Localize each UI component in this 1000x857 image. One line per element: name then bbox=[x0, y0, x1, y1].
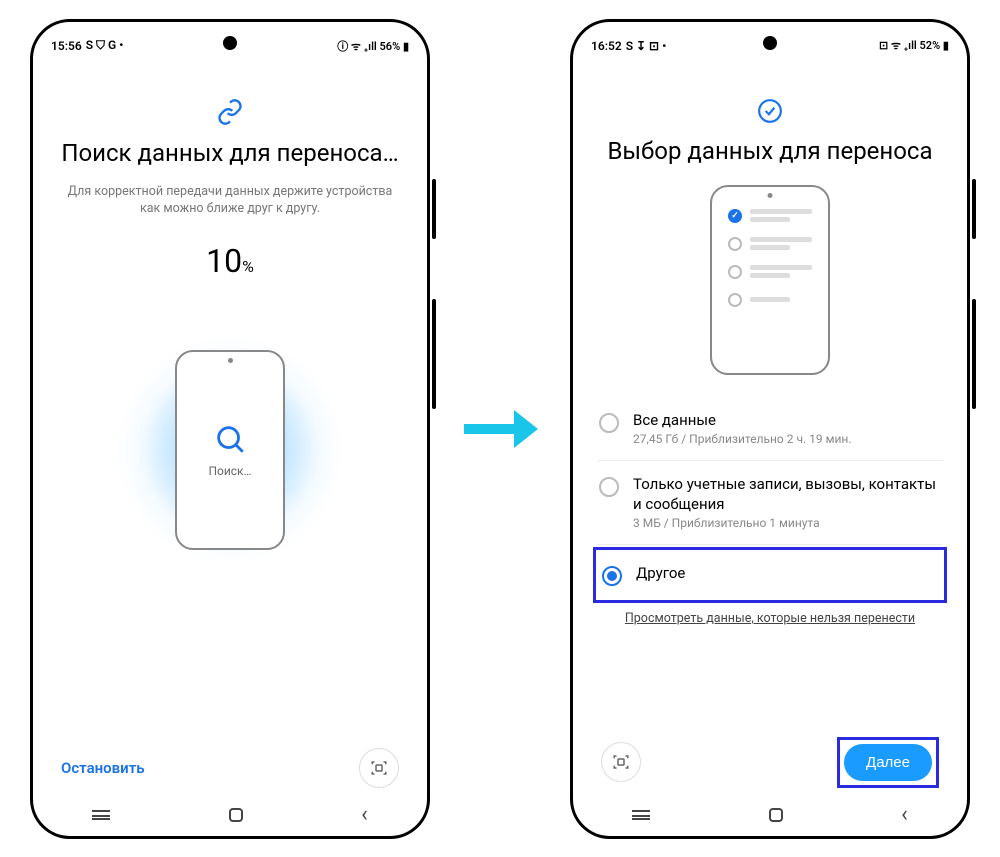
option-meta: 3 МБ / Приблизительно 1 минута bbox=[633, 516, 941, 530]
status-time: 15:56 bbox=[51, 39, 82, 53]
option-accounts-only[interactable]: Только учетные записи, вызовы, контакты … bbox=[597, 461, 943, 545]
stop-button[interactable]: Остановить bbox=[61, 759, 145, 777]
progress-percent-sign: % bbox=[242, 257, 254, 276]
option-meta: 27,45 Гб / Приблизительно 2 ч. 19 мин. bbox=[633, 432, 852, 446]
phone-right: 16:52 S ↧ ⊡ • ⊡ ᯤ ₊ıll 52% ▮ Выбор данны… bbox=[570, 19, 970, 839]
check-circle-icon bbox=[597, 98, 943, 128]
searching-label: Поиск… bbox=[208, 464, 251, 478]
android-navbar: ‹ bbox=[573, 794, 967, 836]
nav-back-button[interactable]: ‹ bbox=[361, 802, 368, 827]
next-button[interactable]: Далее bbox=[844, 744, 932, 781]
highlight-other: Другое bbox=[593, 547, 947, 603]
highlight-next: Далее bbox=[837, 737, 939, 788]
nav-home-button[interactable] bbox=[229, 808, 243, 822]
nav-back-button[interactable]: ‹ bbox=[901, 802, 908, 827]
option-label: Только учетные записи, вызовы, контакты … bbox=[633, 475, 941, 514]
progress-number: 10 bbox=[206, 242, 242, 280]
page-subtitle: Для корректной передачи данных держите у… bbox=[57, 183, 403, 218]
status-indicators-right: ⓘ ᯤ ₊ıll 56% ▮ bbox=[337, 38, 409, 54]
option-other[interactable]: Другое bbox=[600, 550, 940, 600]
search-graphic: Поиск… bbox=[57, 320, 403, 580]
nav-recent-button[interactable] bbox=[632, 810, 650, 820]
scan-qr-button[interactable] bbox=[601, 742, 641, 782]
view-untransferable-link[interactable]: Просмотреть данные, которые нельзя перен… bbox=[597, 611, 943, 626]
nav-home-button[interactable] bbox=[769, 808, 783, 822]
bottom-bar: Далее bbox=[597, 727, 943, 794]
radio-icon bbox=[599, 477, 619, 497]
selection-illustration bbox=[710, 185, 830, 375]
page-title: Поиск данных для переноса… bbox=[57, 138, 403, 169]
android-navbar: ‹ bbox=[33, 794, 427, 836]
status-time: 16:52 bbox=[591, 39, 622, 53]
status-indicators-left: S ↧ ⊡ • bbox=[626, 39, 667, 53]
screen-select: Выбор данных для переноса Все данные 27,… bbox=[573, 64, 967, 794]
page-title: Выбор данных для переноса bbox=[597, 136, 943, 167]
progress-value: 10% bbox=[57, 242, 403, 280]
camera-hole bbox=[763, 36, 777, 50]
option-label: Другое bbox=[636, 564, 685, 584]
status-indicators-right: ⊡ ᯤ ₊ıll 52% ▮ bbox=[879, 38, 949, 53]
magnify-icon bbox=[213, 422, 247, 456]
camera-hole bbox=[223, 36, 237, 50]
screen-search: Поиск данных для переноса… Для корректно… bbox=[33, 64, 427, 794]
phone-left: 15:56 S ⛉ G • ⓘ ᯤ ₊ıll 56% ▮ Поиск данны… bbox=[30, 19, 430, 839]
mini-phone-illustration: Поиск… bbox=[175, 350, 285, 550]
nav-recent-button[interactable] bbox=[92, 810, 110, 820]
option-label: Все данные bbox=[633, 411, 852, 431]
arrow-between bbox=[460, 404, 540, 454]
option-list: Все данные 27,45 Гб / Приблизительно 2 ч… bbox=[597, 397, 943, 606]
scan-qr-button[interactable] bbox=[359, 748, 399, 788]
option-all-data[interactable]: Все данные 27,45 Гб / Приблизительно 2 ч… bbox=[597, 397, 943, 462]
link-icon bbox=[57, 98, 403, 130]
radio-icon-selected bbox=[602, 566, 622, 586]
status-indicators-left: S ⛉ G • bbox=[86, 38, 124, 53]
bottom-bar: Остановить bbox=[57, 738, 403, 794]
radio-icon bbox=[599, 413, 619, 433]
